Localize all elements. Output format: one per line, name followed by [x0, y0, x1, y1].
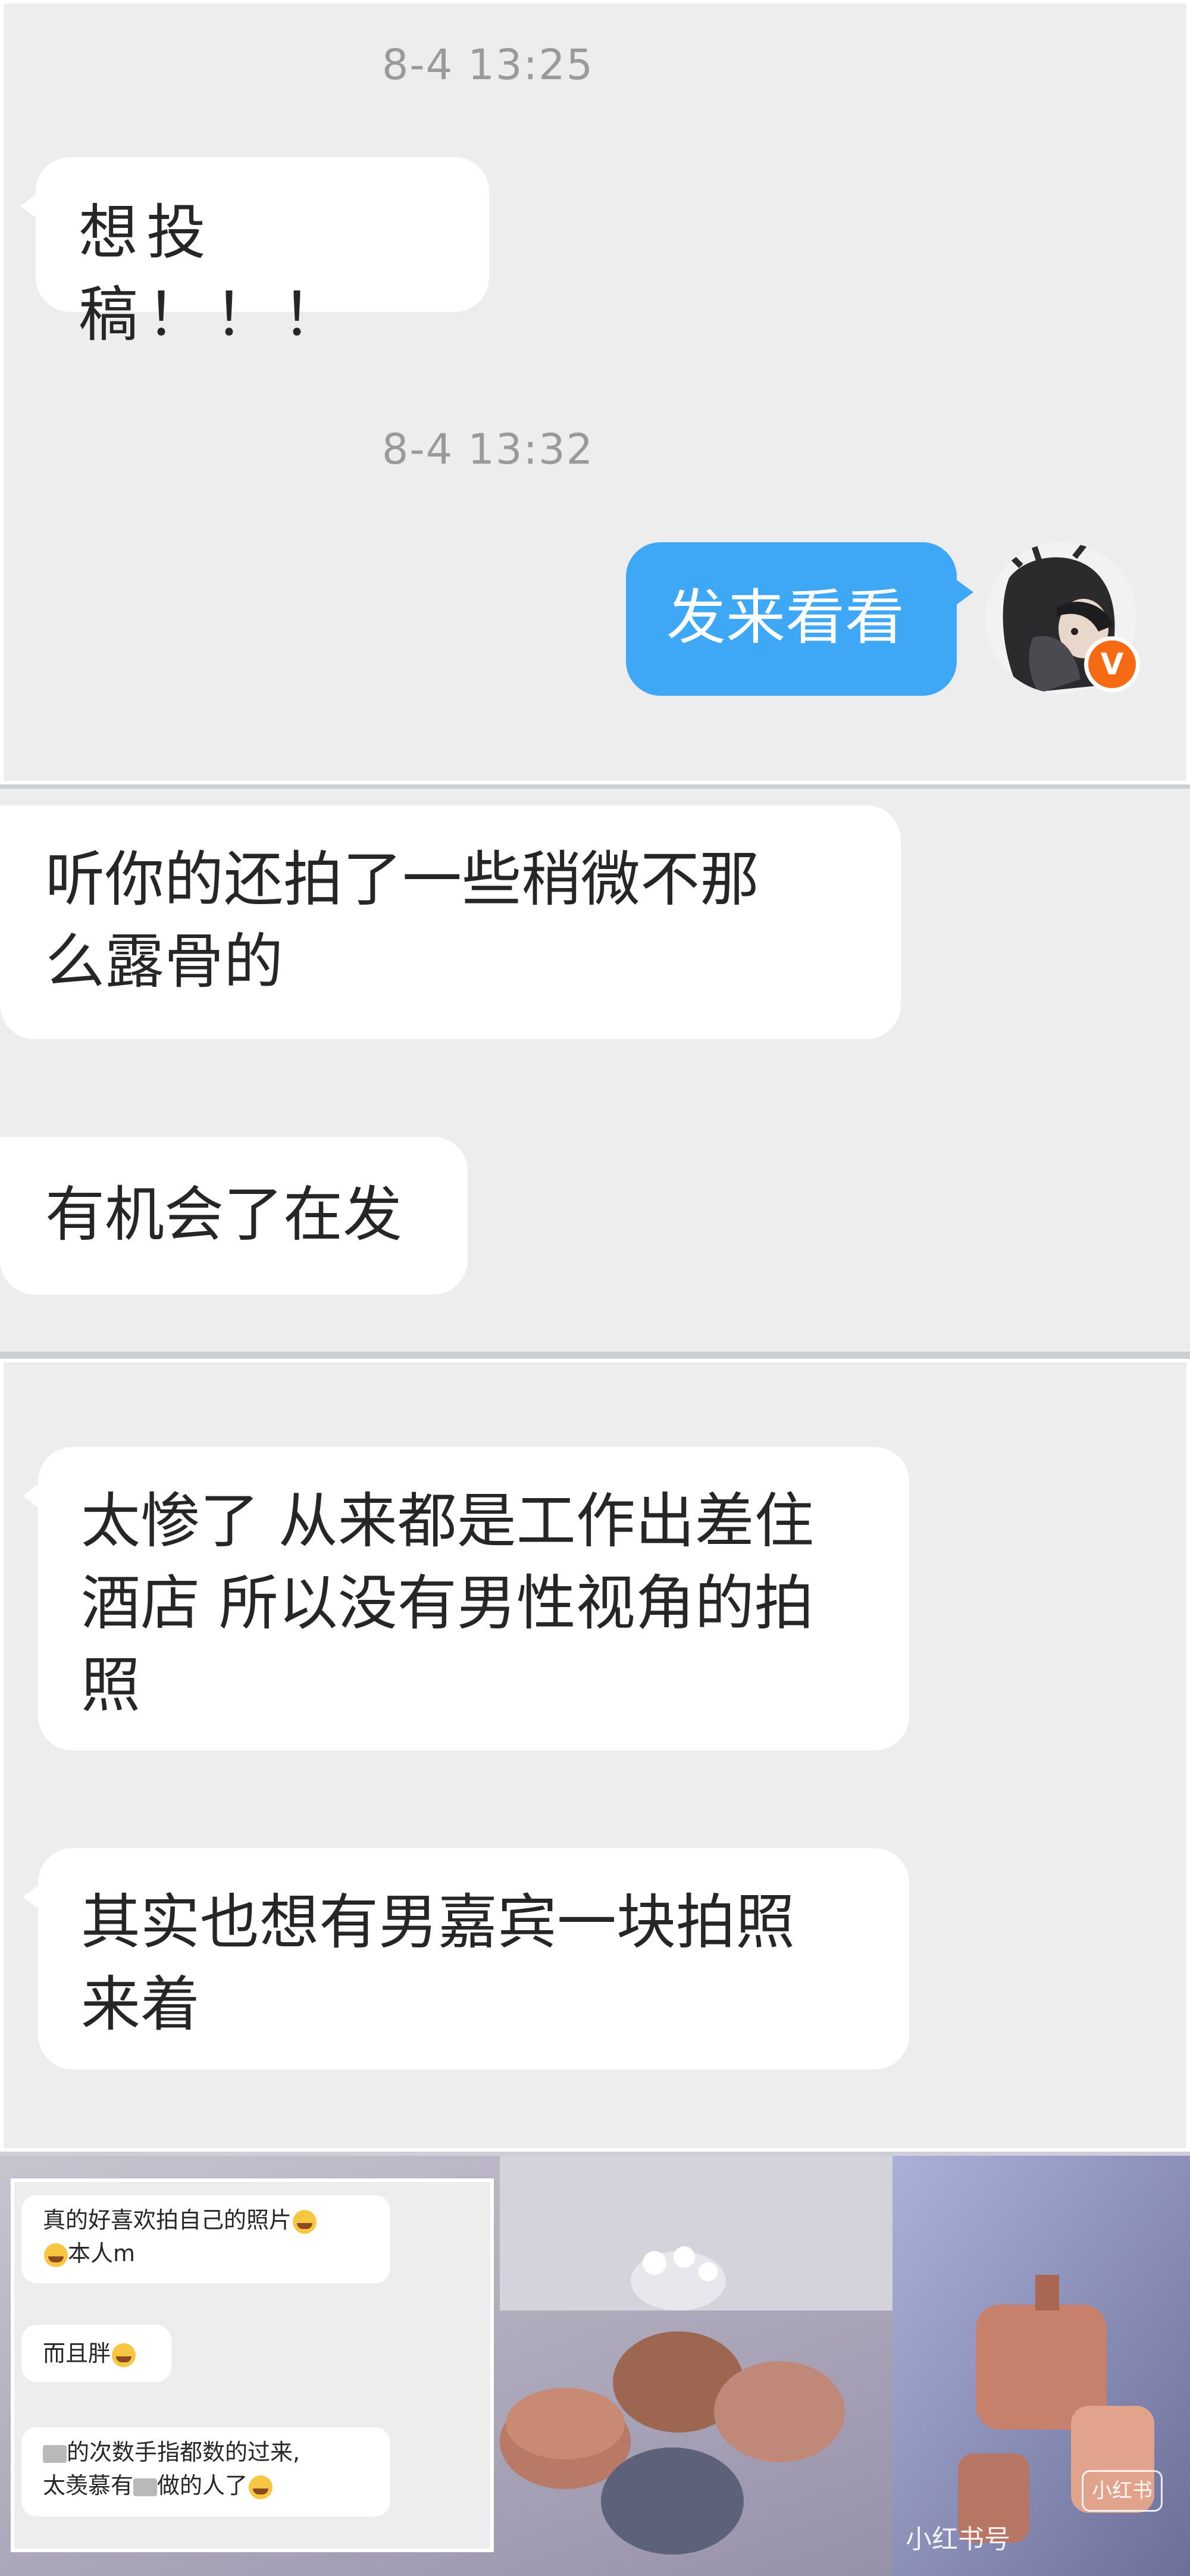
inner-chat-card: 真的好喜欢拍自己的照片 本人m 而且胖 的次数手指都数的过来, 太羡慕有 做的人了 — [11, 2178, 494, 2552]
message-text: 的次数手指都数的过来, — [67, 2439, 300, 2465]
crying-emoji-icon — [249, 2475, 273, 2499]
crying-emoji-icon — [112, 2343, 136, 2367]
chat-panel-1: 8-4 13:25 想投稿！！！ 8-4 13:32 发来看看 V — [0, 0, 1190, 784]
message-text: 做的人了 — [157, 2472, 248, 2499]
message-bubble-self[interactable]: 发来看看 — [626, 542, 973, 696]
message-text: 发来看看 — [666, 583, 904, 652]
verified-badge-icon: V — [1084, 636, 1140, 692]
message-text: 真的好喜欢拍自己的照片 — [43, 2207, 292, 2233]
message-bubble[interactable]: 想投稿！！！ — [20, 157, 489, 349]
xiaohongshu-logo: 小红书 — [1082, 2470, 1163, 2512]
timestamp: 8-4 13:32 — [381, 425, 594, 474]
message-text: 想投稿！！！ — [79, 198, 350, 349]
message-text-line: 其实也想有男嘉宾一块拍照 — [81, 1887, 795, 1957]
message-bubble[interactable]: 有机会了在发 — [0, 1137, 468, 1295]
embedded-screenshot: 真的好喜欢拍自己的照片 本人m 而且胖 的次数手指都数的过来, 太羡慕有 做的人了 — [0, 2156, 1190, 2576]
message-text-line: 听你的还拍了一些稍微不那 — [45, 845, 759, 914]
message-bubble[interactable]: 其实也想有男嘉宾一块拍照 来着 — [23, 1848, 909, 2069]
message-text-line: 太惨了 从来都是工作出差住 — [81, 1486, 814, 1556]
message-bubble[interactable]: 真的好喜欢拍自己的照片 本人m — [21, 2195, 390, 2283]
crying-emoji-icon — [293, 2209, 317, 2234]
watermark-id-text: 小红书号 — [906, 2524, 1010, 2555]
message-bubble[interactable]: 的次数手指都数的过来, 太羡慕有 做的人了 — [21, 2427, 390, 2516]
message-text: 有机会了在发 — [45, 1180, 402, 1249]
message-text-line: 酒店 所以没有男性视角的拍 — [81, 1568, 814, 1638]
redacted-text — [133, 2478, 158, 2496]
message-text-line: 来着 — [81, 1969, 200, 2039]
avatar[interactable]: V — [985, 542, 1140, 693]
message-text-line: 么露骨的 — [45, 927, 283, 996]
message-bubble[interactable]: 而且胖 — [21, 2325, 171, 2382]
message-bubble[interactable]: 听你的还拍了一些稍微不那 么露骨的 — [0, 805, 901, 1039]
chat-panel-3: 太惨了 从来都是工作出差住 酒店 所以没有男性视角的拍 照 其实也想有男嘉宾一块… — [0, 1359, 1190, 2152]
redacted-text — [43, 2444, 67, 2463]
message-text: 而且胖 — [43, 2340, 111, 2366]
message-text-line: 照 — [81, 1650, 140, 1720]
message-text: 本人m — [68, 2240, 136, 2266]
timestamp: 8-4 13:25 — [381, 40, 594, 89]
message-text: 太羡慕有 — [43, 2472, 134, 2499]
message-bubble[interactable]: 太惨了 从来都是工作出差住 酒店 所以没有男性视角的拍 照 — [23, 1447, 909, 1750]
crying-emoji-icon — [44, 2243, 68, 2267]
chat-panel-2: 听你的还拍了一些稍微不那 么露骨的 有机会了在发 — [0, 789, 1190, 1352]
